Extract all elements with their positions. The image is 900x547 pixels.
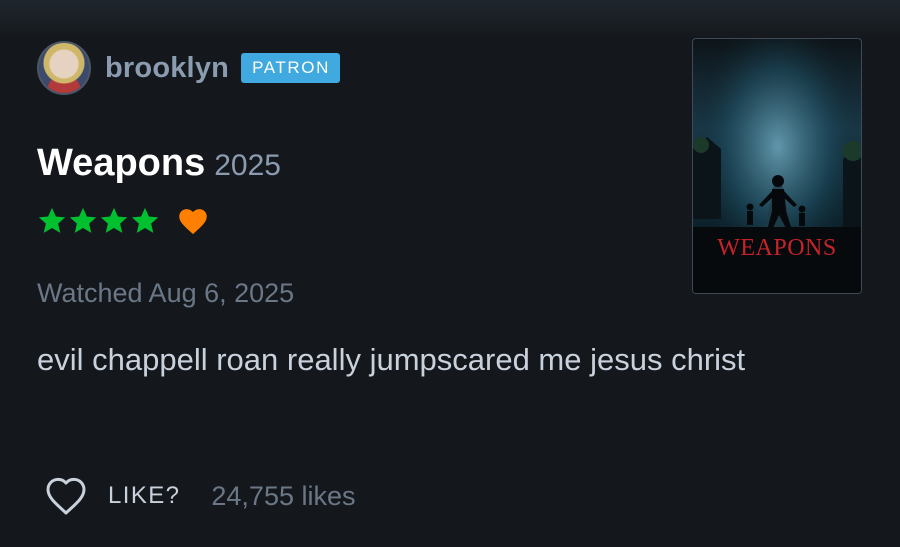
- likes-count[interactable]: 24,755 likes: [211, 481, 355, 512]
- like-row: LIKE? 24,755 likes: [44, 474, 356, 518]
- top-backdrop: [0, 0, 900, 40]
- film-poster[interactable]: WEAPONS: [692, 38, 862, 294]
- star-icon: [38, 207, 66, 233]
- username[interactable]: brooklyn: [105, 52, 229, 85]
- star-icon: [100, 207, 128, 233]
- patron-badge: PATRON: [241, 53, 340, 83]
- review-header: brooklyn PATRON: [37, 40, 340, 96]
- star-icon: [69, 207, 97, 233]
- film-year[interactable]: 2025: [214, 149, 281, 183]
- review-text: evil chappell roan really jumpscared me …: [37, 342, 746, 377]
- film-title[interactable]: Weapons: [37, 142, 205, 185]
- film-title-row: Weapons 2025: [37, 142, 281, 185]
- like-button[interactable]: LIKE?: [108, 482, 180, 510]
- rating-row: [37, 206, 208, 236]
- star-icon: [131, 207, 159, 233]
- heart-outline-icon[interactable]: [44, 476, 88, 516]
- poster-title: WEAPONS: [717, 235, 837, 261]
- avatar[interactable]: [37, 41, 91, 95]
- watched-date: Watched Aug 6, 2025: [37, 278, 295, 308]
- heart-filled-icon: [179, 209, 207, 235]
